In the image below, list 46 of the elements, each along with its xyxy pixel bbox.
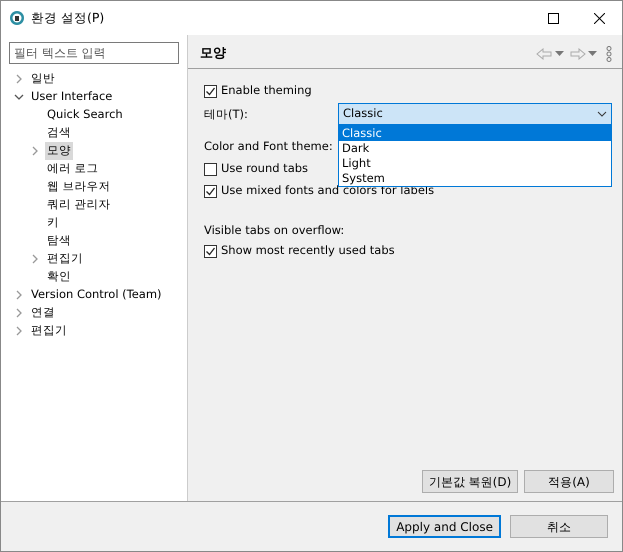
tree-item[interactable]: 편집기 — [45, 250, 85, 268]
tree-item[interactable]: 일반 — [29, 70, 57, 88]
tree-item[interactable]: 키 — [45, 214, 61, 232]
dropdown-icon[interactable] — [588, 51, 598, 56]
apply-and-close-button[interactable]: Apply and Close — [388, 515, 501, 538]
tree-item[interactable]: 모양 — [45, 142, 73, 160]
dropdown-option[interactable]: Dark — [339, 141, 611, 156]
close-icon[interactable] — [594, 12, 604, 24]
dropdown-icon[interactable] — [554, 51, 564, 56]
cancel-button[interactable]: 취소 — [510, 515, 608, 538]
forward-icon[interactable] — [570, 48, 586, 60]
tree-item[interactable]: 에러 로그 — [45, 160, 101, 178]
checkbox[interactable] — [204, 84, 217, 98]
tree-item[interactable]: 검색 — [45, 124, 73, 142]
chevron-down-icon[interactable] — [597, 111, 607, 117]
checkbox[interactable] — [204, 184, 217, 198]
page-title: 모양 — [200, 44, 226, 63]
tree-item[interactable]: 연결 — [29, 304, 57, 322]
filter-field[interactable]: 필터 텍스트 입력 — [9, 42, 179, 64]
checkbox-label: Enable theming — [221, 82, 312, 100]
dropdown-option[interactable]: Classic — [339, 126, 611, 141]
tree-item[interactable]: 확인 — [45, 268, 73, 286]
maximize-icon[interactable] — [548, 12, 558, 24]
tree-item[interactable]: User Interface — [29, 88, 114, 106]
color-font-theme-label: Color and Font theme: — [204, 138, 333, 156]
checkbox-label: Use round tabs — [221, 160, 308, 178]
app-icon — [9, 10, 25, 26]
checkbox-label: Show most recently used tabs — [221, 242, 395, 260]
tree-item[interactable]: Version Control (Team) — [29, 286, 164, 304]
restore-defaults-button[interactable]: 기본값 복원(D) — [422, 470, 518, 493]
window-title: 환경 설정(P) — [31, 8, 104, 27]
tree-item[interactable]: 탐색 — [45, 232, 73, 250]
checkbox[interactable] — [204, 244, 217, 258]
theme-dropdown[interactable]: Classic — [338, 103, 612, 125]
more-icon[interactable] — [606, 46, 612, 62]
tree-item[interactable]: 편집기 — [29, 322, 69, 340]
tree-item[interactable]: 쿼리 관리자 — [45, 196, 113, 214]
tree-item[interactable]: Quick Search — [45, 106, 125, 124]
tree-item[interactable]: 웹 브라우저 — [45, 178, 113, 196]
overflow-label: Visible tabs on overflow: — [204, 222, 344, 240]
dropdown-option[interactable]: System — [339, 171, 611, 186]
back-icon[interactable] — [536, 48, 552, 60]
theme-label: 테마(T): — [204, 106, 248, 124]
apply-button[interactable]: 적용(A) — [524, 470, 614, 493]
checkbox[interactable] — [204, 162, 217, 176]
dropdown-option[interactable]: Light — [339, 156, 611, 171]
